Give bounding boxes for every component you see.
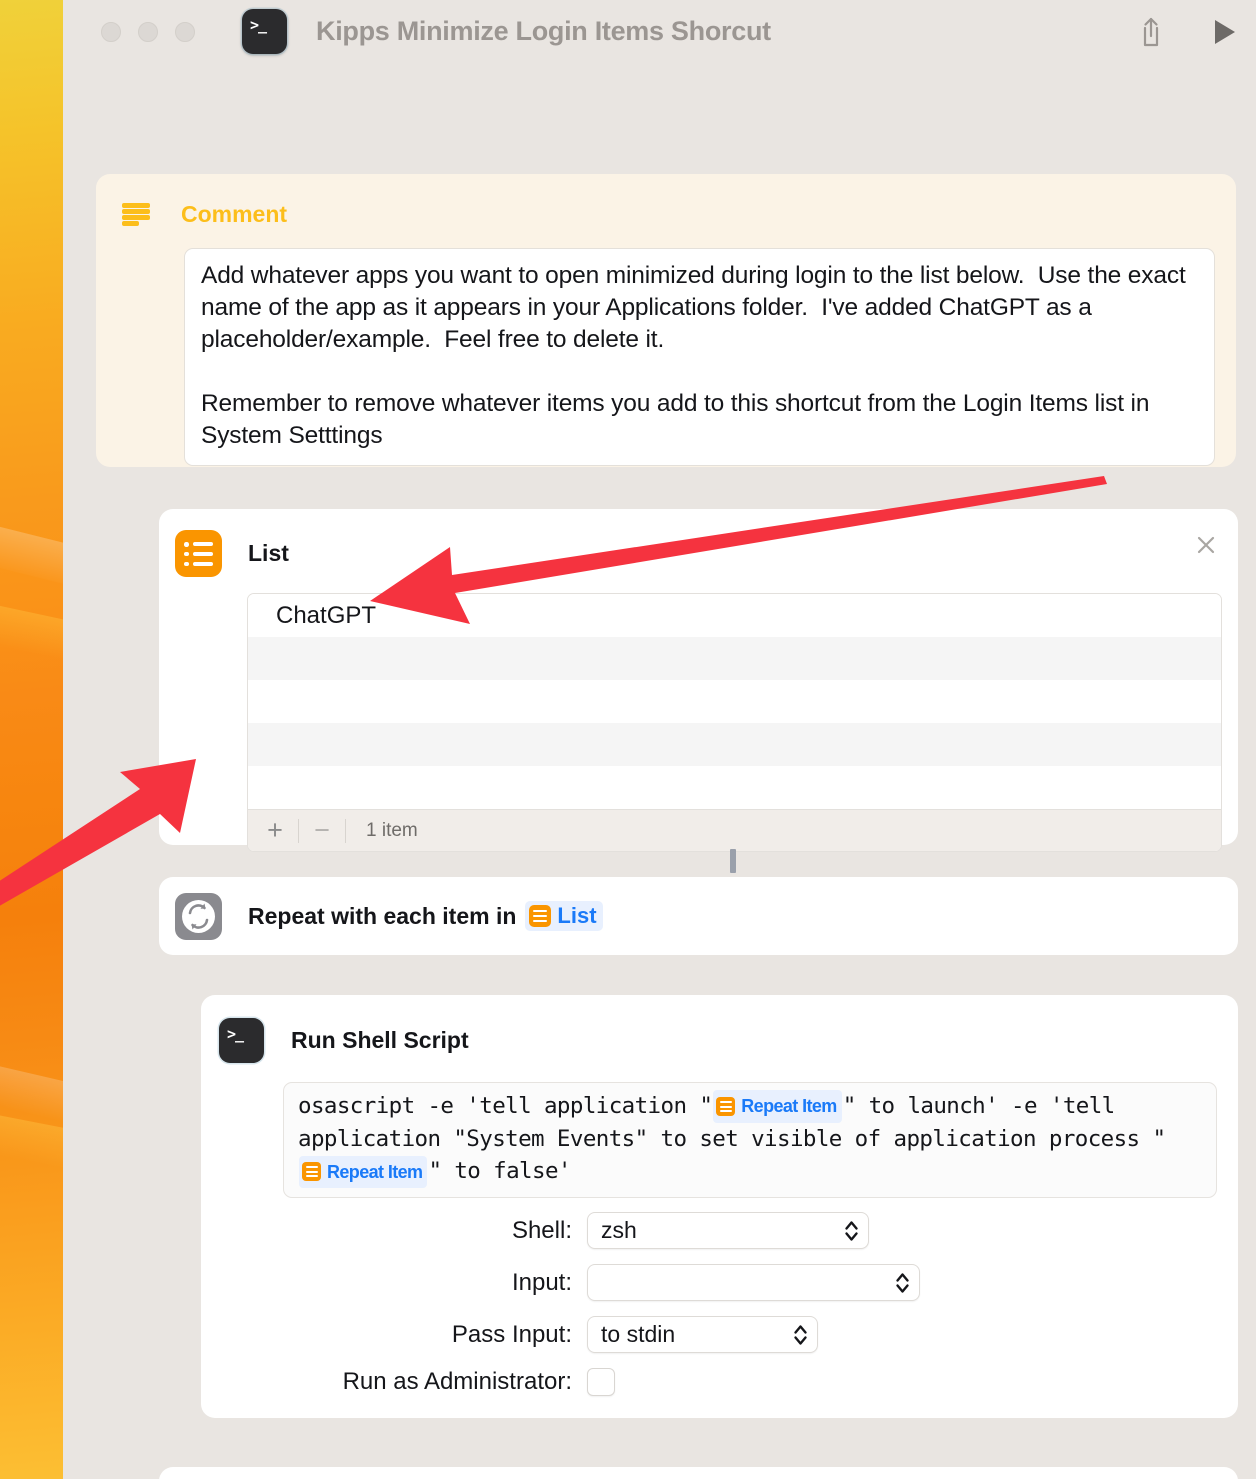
input-field-row: Input:: [201, 1264, 1238, 1301]
zoom-window-button[interactable]: [175, 21, 195, 42]
repeat-label-text: Repeat with each item in: [248, 902, 517, 929]
list-items-table[interactable]: ChatGPT + − 1 item: [247, 593, 1222, 852]
titlebar-actions: [1136, 0, 1238, 63]
list-icon: [175, 530, 222, 577]
page-title: Kipps Minimize Login Items Shorcut: [316, 16, 771, 46]
script-text: " to false': [428, 1158, 571, 1185]
chevron-updown-icon: [895, 1270, 910, 1296]
run-as-administrator-label: Run as Administrator:: [342, 1368, 572, 1395]
share-icon[interactable]: [1136, 16, 1166, 48]
run-shell-script-action-card[interactable]: >_ Run Shell Script osascript -e 'tell a…: [201, 995, 1238, 1418]
end-repeat-action-card[interactable]: End Repeat: [159, 1467, 1238, 1479]
comment-header: Comment: [96, 174, 1236, 228]
chevron-updown-icon: [793, 1322, 808, 1348]
shell-header: >_ Run Shell Script: [201, 995, 1238, 1063]
desktop-wallpaper: [0, 0, 63, 1479]
list-variable-token[interactable]: List: [525, 901, 603, 931]
input-select[interactable]: [587, 1264, 920, 1301]
play-icon[interactable]: [1212, 17, 1238, 47]
list-add-button[interactable]: +: [260, 817, 290, 844]
comment-action-card[interactable]: Comment Add whatever apps you want to op…: [96, 174, 1236, 467]
pass-input-label: Pass Input:: [451, 1320, 572, 1348]
shortcut-terminal-icon: >_: [242, 9, 287, 54]
repeat-icon: [175, 892, 222, 940]
list-item[interactable]: [248, 766, 1221, 809]
window-controls[interactable]: [101, 21, 195, 42]
list-action-title: List: [248, 540, 289, 566]
repeat-action-title: Repeat with each item in List: [248, 901, 603, 931]
action-connector-line: [730, 849, 736, 873]
footer-divider: [345, 818, 346, 843]
variable-icon: [302, 1162, 321, 1182]
terminal-prompt-glyph: >_: [250, 16, 267, 34]
repeat-item-variable-token[interactable]: Repeat Item: [713, 1090, 842, 1123]
pass-input-field-row: Pass Input: to stdin: [201, 1316, 1238, 1353]
repeat-action-card[interactable]: Repeat with each item in List: [159, 877, 1238, 955]
script-text: application process ": [893, 1125, 1166, 1152]
wallpaper-band: [0, 520, 63, 599]
terminal-prompt-glyph: >_: [227, 1025, 244, 1043]
list-item[interactable]: [248, 637, 1221, 680]
list-remove-button[interactable]: −: [307, 817, 337, 844]
list-header: List: [159, 509, 1238, 577]
window-titlebar: >_ Kipps Minimize Login Items Shorcut: [63, 0, 1256, 63]
shell-script-editor[interactable]: osascript -e 'tell application " Repeat I…: [283, 1082, 1217, 1198]
input-label: Input:: [511, 1268, 572, 1296]
shell-select[interactable]: zsh: [587, 1212, 869, 1249]
chevron-updown-icon: [844, 1218, 859, 1244]
minimize-window-button[interactable]: [138, 21, 158, 42]
token-label: Repeat Item: [741, 1096, 837, 1117]
pass-input-value: to stdin: [601, 1321, 676, 1347]
close-icon[interactable]: [1191, 530, 1221, 560]
wallpaper-band: [0, 1110, 63, 1181]
comment-lines-icon: [122, 202, 150, 227]
terminal-icon: >_: [219, 1018, 264, 1063]
comment-action-title: Comment: [181, 201, 288, 227]
script-text: " to launch' -e: [842, 1093, 1038, 1119]
run-as-administrator-row: Run as Administrator:: [201, 1368, 1238, 1396]
shell-field-row: Shell: zsh: [201, 1212, 1238, 1249]
token-label: List: [557, 903, 597, 928]
footer-divider: [298, 818, 299, 843]
run-as-administrator-checkbox[interactable]: [587, 1368, 615, 1396]
variable-icon: [716, 1097, 736, 1116]
token-label: Repeat Item: [327, 1161, 423, 1182]
shell-options: Shell: zsh Input: Pass Input: to stdin R…: [201, 1212, 1238, 1396]
shell-value: zsh: [601, 1217, 637, 1243]
list-action-card[interactable]: List ChatGPT + − 1 item: [159, 509, 1238, 852]
shell-label: Shell:: [511, 1216, 572, 1244]
comment-text-field[interactable]: Add whatever apps you want to open minim…: [184, 248, 1215, 466]
list-item[interactable]: ChatGPT: [248, 594, 1221, 637]
wallpaper-band: [0, 600, 63, 673]
script-text: osascript -e 'tell application ": [298, 1093, 713, 1119]
shell-action-title: Run Shell Script: [291, 1027, 469, 1053]
close-window-button[interactable]: [101, 21, 121, 42]
pass-input-select[interactable]: to stdin: [587, 1316, 818, 1353]
list-item-count: 1 item: [366, 819, 418, 841]
shortcut-editor-window: >_ Kipps Minimize Login Items Shorcut Co…: [63, 0, 1256, 1479]
list-table-footer: + − 1 item: [248, 809, 1221, 851]
list-icon: [529, 905, 552, 927]
list-item[interactable]: [248, 680, 1221, 723]
list-item[interactable]: [248, 723, 1221, 766]
repeat-item-variable-token[interactable]: Repeat Item: [299, 1155, 428, 1188]
